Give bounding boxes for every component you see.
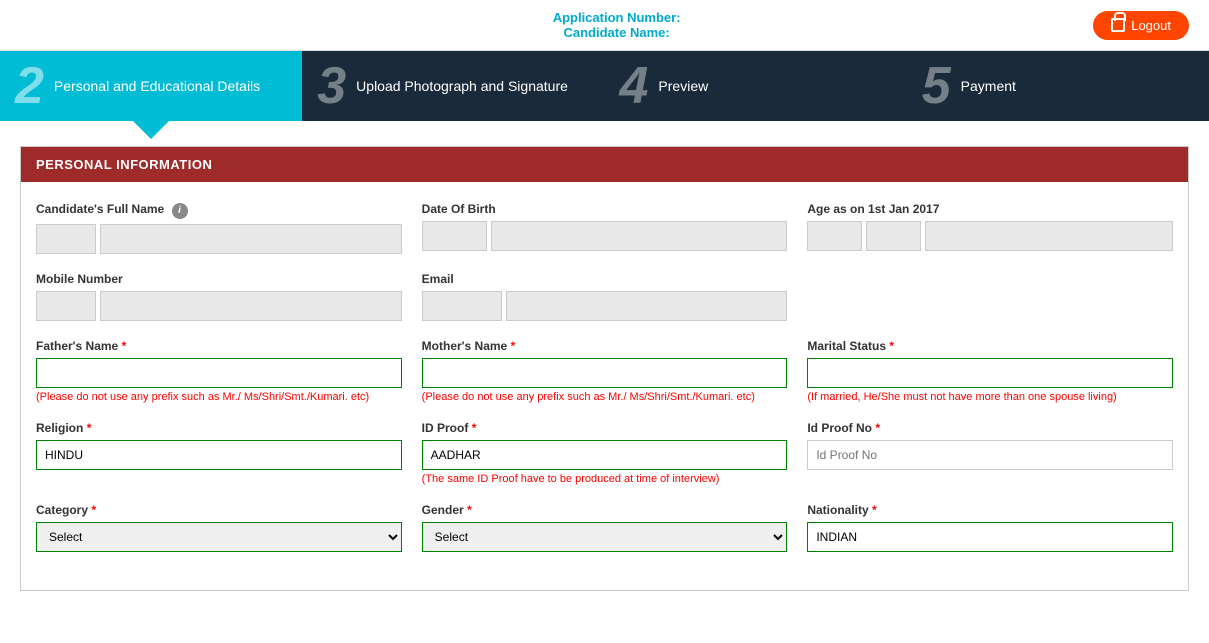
logout-label: Logout <box>1131 18 1171 33</box>
age-label: Age as on 1st Jan 2017 <box>807 202 1173 216</box>
dob-day-input[interactable] <box>422 221 487 251</box>
step-3-label: Upload Photograph and Signature <box>356 78 578 94</box>
father-hint: (Please do not use any prefix such as Mr… <box>36 391 402 403</box>
mobile-group: Mobile Number <box>36 272 402 321</box>
religion-group: Religion * <box>36 421 402 485</box>
step-4-label: Preview <box>658 78 718 94</box>
id-proof-note: (The same ID Proof have to be produced a… <box>422 473 788 485</box>
fullname-group: Candidate's Full Name i <box>36 202 402 254</box>
id-proof-label: ID Proof * <box>422 421 788 435</box>
step-4[interactable]: 4 Preview <box>605 51 907 121</box>
step-3[interactable]: 3 Upload Photograph and Signature <box>302 51 604 121</box>
email-group: Email <box>422 272 788 321</box>
step-5-number: 5 <box>907 60 961 112</box>
info-icon[interactable]: i <box>172 203 188 219</box>
row-3: Father's Name * (Please do not use any p… <box>36 339 1173 403</box>
step-3-number: 3 <box>302 60 356 112</box>
dob-group: Date Of Birth <box>422 202 788 254</box>
email-label: Email <box>422 272 788 286</box>
gender-label: Gender * <box>422 503 788 517</box>
step-2-label: Personal and Educational Details <box>54 78 270 94</box>
id-proof-no-input[interactable] <box>807 440 1173 470</box>
fullname-inputs <box>36 224 402 254</box>
mobile-inputs <box>36 291 402 321</box>
nationality-input[interactable] <box>807 522 1173 552</box>
gender-group: Gender * Select <box>422 503 788 552</box>
id-proof-group: ID Proof * (The same ID Proof have to be… <box>422 421 788 485</box>
mother-label: Mother's Name * <box>422 339 788 353</box>
steps-navigation: 2 Personal and Educational Details 3 Upl… <box>0 51 1209 121</box>
fullname-value-input[interactable] <box>100 224 402 254</box>
nationality-label: Nationality * <box>807 503 1173 517</box>
mother-hint: (Please do not use any prefix such as Mr… <box>422 391 788 403</box>
father-input[interactable] <box>36 358 402 388</box>
fullname-prefix-input[interactable] <box>36 224 96 254</box>
header: Application Number: Candidate Name: Logo… <box>0 0 1209 51</box>
marital-input[interactable] <box>807 358 1173 388</box>
application-info: Application Number: Candidate Name: <box>553 10 681 40</box>
dob-inputs <box>422 221 788 251</box>
nationality-group: Nationality * <box>807 503 1173 552</box>
id-proof-input[interactable] <box>422 440 788 470</box>
row-1: Candidate's Full Name i Date Of Birth Ag… <box>36 202 1173 254</box>
step-2[interactable]: 2 Personal and Educational Details <box>0 51 302 121</box>
mother-input[interactable] <box>422 358 788 388</box>
empty-group <box>807 272 1173 321</box>
category-group: Category * Select <box>36 503 402 552</box>
marital-hint: (If married, He/She must not have more t… <box>807 391 1173 403</box>
age-months-input[interactable] <box>866 221 921 251</box>
step-5[interactable]: 5 Payment <box>907 51 1209 121</box>
step-2-number: 2 <box>0 60 54 112</box>
marital-group: Marital Status * (If married, He/She mus… <box>807 339 1173 403</box>
lock-icon <box>1111 18 1125 32</box>
mobile-value-input[interactable] <box>100 291 402 321</box>
candidate-name-line: Candidate Name: <box>553 25 681 40</box>
age-group: Age as on 1st Jan 2017 <box>807 202 1173 254</box>
id-proof-no-label: Id Proof No * <box>807 421 1173 435</box>
email-inputs <box>422 291 788 321</box>
form-body: Candidate's Full Name i Date Of Birth Ag… <box>21 182 1188 590</box>
mobile-prefix-input[interactable] <box>36 291 96 321</box>
application-number-line: Application Number: <box>553 10 681 25</box>
row-5: Category * Select Gender * Select Nati <box>36 503 1173 552</box>
marital-label: Marital Status * <box>807 339 1173 353</box>
personal-info-section: PERSONAL INFORMATION Candidate's Full Na… <box>20 146 1189 591</box>
mobile-label: Mobile Number <box>36 272 402 286</box>
email-prefix-input[interactable] <box>422 291 502 321</box>
religion-input[interactable] <box>36 440 402 470</box>
age-days-input[interactable] <box>925 221 1173 251</box>
father-group: Father's Name * (Please do not use any p… <box>36 339 402 403</box>
step-4-number: 4 <box>605 60 659 112</box>
id-proof-no-group: Id Proof No * <box>807 421 1173 485</box>
fullname-label: Candidate's Full Name i <box>36 202 402 219</box>
dob-full-input[interactable] <box>491 221 788 251</box>
gender-select[interactable]: Select <box>422 522 788 552</box>
category-select[interactable]: Select <box>36 522 402 552</box>
age-inputs <box>807 221 1173 251</box>
category-label: Category * <box>36 503 402 517</box>
row-4: Religion * ID Proof * (The same ID Proof… <box>36 421 1173 485</box>
age-years-input[interactable] <box>807 221 862 251</box>
father-label: Father's Name * <box>36 339 402 353</box>
step-5-label: Payment <box>961 78 1026 94</box>
row-2: Mobile Number Email <box>36 272 1173 321</box>
religion-label: Religion * <box>36 421 402 435</box>
email-value-input[interactable] <box>506 291 788 321</box>
logout-button[interactable]: Logout <box>1093 11 1189 40</box>
section-title: PERSONAL INFORMATION <box>21 147 1188 182</box>
mother-group: Mother's Name * (Please do not use any p… <box>422 339 788 403</box>
dob-label: Date Of Birth <box>422 202 788 216</box>
